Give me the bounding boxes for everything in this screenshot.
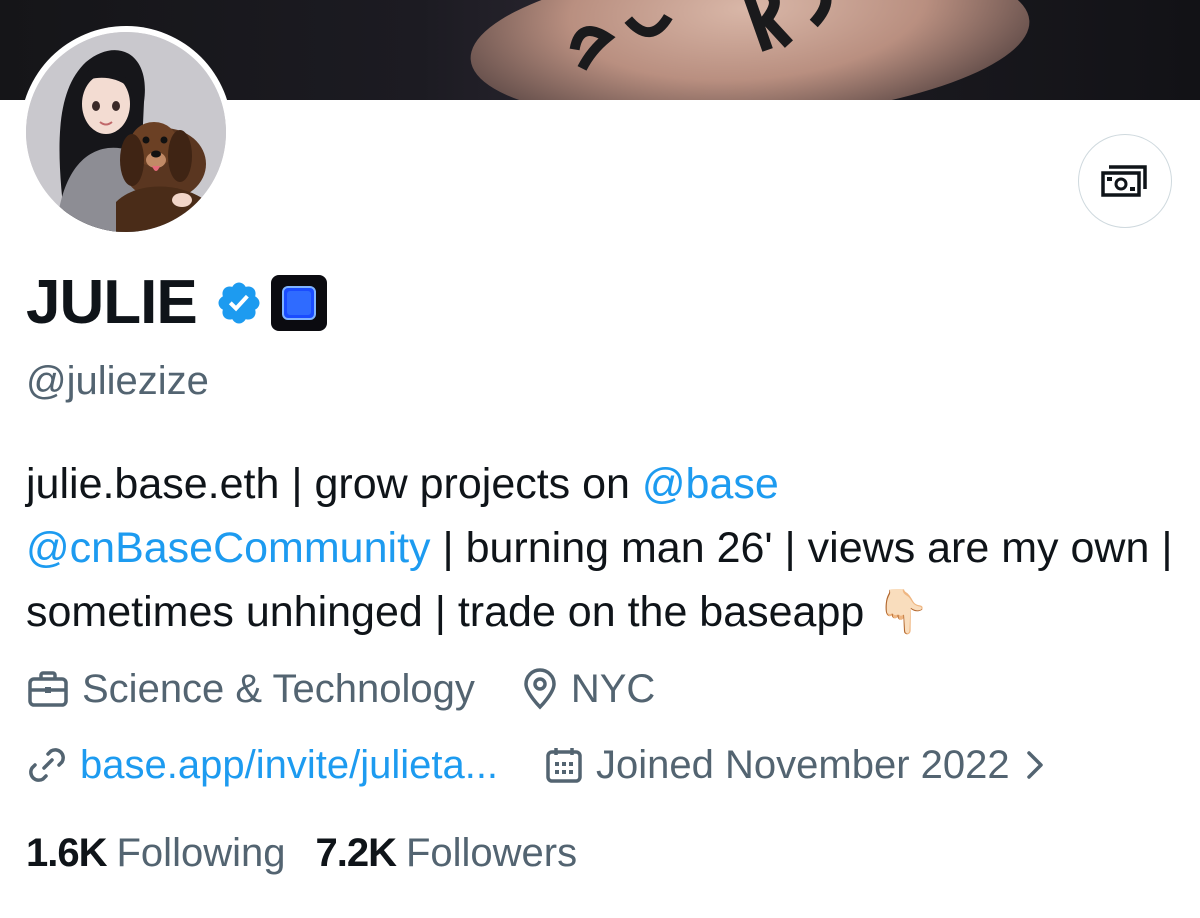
joined-label: Joined November 2022 bbox=[596, 743, 1010, 787]
calendar-icon bbox=[546, 748, 582, 783]
website-item[interactable]: base.app/invite/julieta... bbox=[26, 740, 498, 790]
followers-label: Followers bbox=[405, 831, 578, 875]
profile-bio: julie.base.eth | grow projects on @base … bbox=[26, 452, 1176, 644]
affiliate-badge-glyph bbox=[281, 286, 316, 320]
following-count: 1.6K bbox=[26, 831, 107, 875]
following-link[interactable]: 1.6K Following bbox=[26, 828, 285, 878]
briefcase-icon bbox=[28, 671, 68, 707]
following-label: Following bbox=[116, 831, 286, 875]
bio-text-1: julie.base.eth | grow projects on bbox=[26, 460, 642, 508]
pointing-down-emoji: 👇🏻 bbox=[876, 588, 930, 636]
tip-button[interactable] bbox=[1078, 134, 1172, 228]
location-item: NYC bbox=[521, 664, 655, 714]
followers-link[interactable]: 7.2K Followers bbox=[315, 828, 577, 878]
verified-badge-icon[interactable] bbox=[215, 279, 263, 327]
website-link[interactable]: base.app/invite/julieta... bbox=[80, 740, 498, 790]
link-icon bbox=[29, 748, 65, 782]
location-pin-icon bbox=[524, 668, 556, 710]
profile-avatar[interactable] bbox=[20, 26, 232, 238]
mention-cnbasecommunity-link[interactable]: @cnBaseCommunity bbox=[26, 524, 431, 572]
blue-square-badge-icon[interactable] bbox=[270, 275, 327, 331]
chevron-right-icon[interactable] bbox=[1024, 748, 1046, 782]
user-handle: @juliezize bbox=[26, 359, 209, 403]
category-label: Science & Technology bbox=[82, 667, 475, 711]
followers-count: 7.2K bbox=[315, 831, 396, 875]
joined-item[interactable]: Joined November 2022 bbox=[544, 740, 1046, 790]
category-item: Science & Technology bbox=[26, 664, 475, 714]
profile-meta-row-1: Science & Technology NYC bbox=[26, 664, 655, 714]
profile-name-row: JULIE bbox=[26, 266, 327, 340]
display-name: JULIE bbox=[26, 268, 198, 337]
follow-stats: 1.6K Following 7.2K Followers bbox=[26, 828, 577, 878]
profile-meta-row-2: base.app/invite/julieta... Joined Novemb… bbox=[26, 740, 1046, 790]
money-tip-icon bbox=[1101, 165, 1147, 197]
avatar-image bbox=[26, 32, 226, 232]
location-label: NYC bbox=[570, 667, 656, 711]
mention-base-link[interactable]: @base bbox=[642, 460, 779, 508]
